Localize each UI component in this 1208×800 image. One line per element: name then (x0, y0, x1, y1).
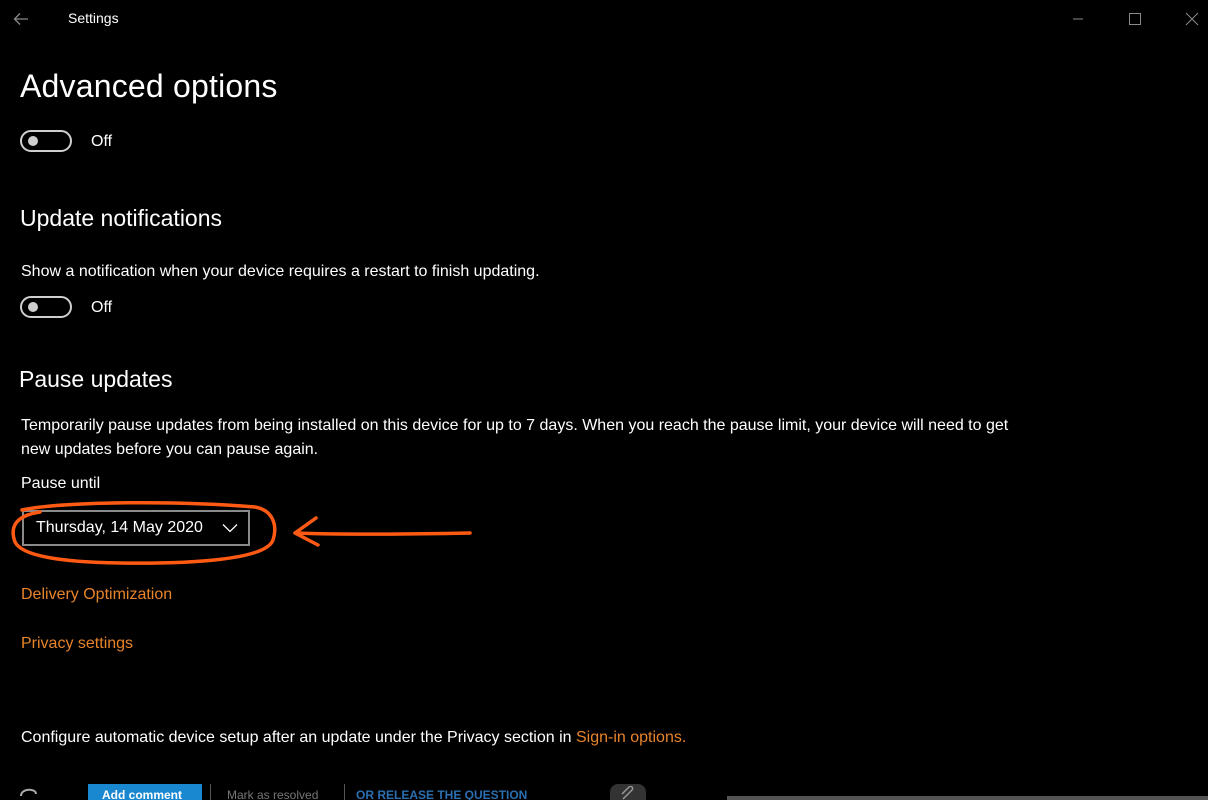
advanced-toggle[interactable] (20, 130, 72, 152)
attach-button[interactable] (610, 784, 646, 800)
paperclip-icon (621, 786, 634, 800)
add-comment-label: Add comment (102, 788, 183, 800)
advanced-toggle-state: Off (91, 133, 113, 150)
footer-note: Configure automatic device setup after a… (21, 726, 686, 750)
page-title: Advanced options (20, 68, 278, 104)
toggle-knob (28, 302, 38, 312)
privacy-settings-link[interactable]: Privacy settings (21, 635, 133, 653)
back-button[interactable] (8, 6, 34, 32)
back-arrow-icon (13, 13, 28, 25)
update-notifications-toggle-state: Off (91, 299, 113, 316)
maximize-button[interactable] (1120, 6, 1150, 32)
maximize-icon (1129, 13, 1141, 25)
minimize-button[interactable] (1063, 6, 1093, 32)
footer-text: Configure automatic device setup after a… (21, 729, 572, 746)
pause-updates-heading: Pause updates (19, 366, 173, 392)
update-notifications-toggle[interactable] (20, 296, 72, 318)
toolbar-divider (727, 796, 1208, 800)
mark-resolved-button[interactable]: Mark as resolved (210, 784, 341, 800)
comment-icon (20, 788, 37, 797)
update-notifications-heading: Update notifications (20, 205, 223, 231)
bottom-toolbar: Add comment Mark as resolved OR RELEASE … (0, 784, 1208, 800)
minimize-icon (1073, 18, 1083, 20)
release-question-label: OR RELEASE THE QUESTION (356, 788, 528, 800)
pause-updates-description: Temporarily pause updates from being ins… (21, 417, 1009, 458)
close-button[interactable] (1177, 6, 1207, 32)
update-notifications-description: Show a notification when your device req… (21, 263, 540, 280)
release-question-link[interactable]: OR RELEASE THE QUESTION (344, 784, 535, 800)
delivery-optimization-link[interactable]: Delivery Optimization (21, 586, 172, 604)
annotation-markup (11, 500, 472, 565)
title-bar: Settings (0, 0, 1208, 38)
sign-in-options-link[interactable]: Sign-in options. (576, 729, 686, 746)
add-comment-button[interactable]: Add comment (88, 784, 202, 800)
close-icon (1185, 12, 1199, 26)
mark-resolved-label: Mark as resolved (227, 788, 319, 800)
toggle-knob (28, 136, 38, 146)
window-title: Settings (68, 10, 119, 26)
